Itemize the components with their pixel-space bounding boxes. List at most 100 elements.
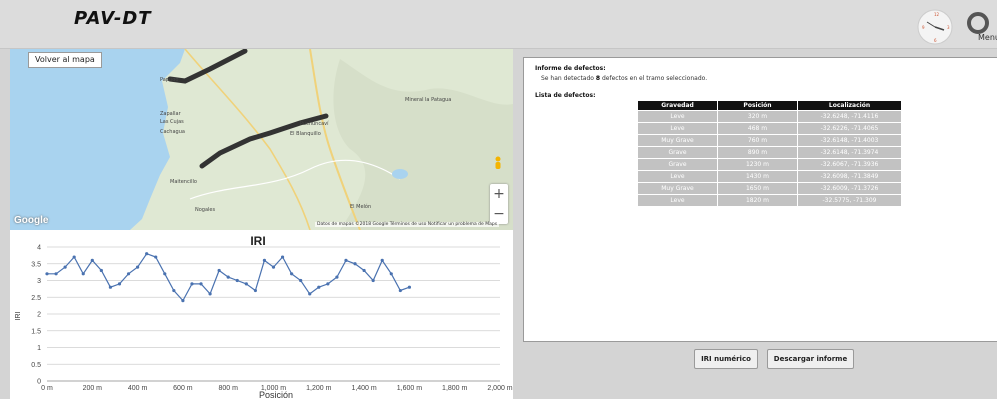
iri-data-point[interactable]	[235, 278, 239, 283]
place-label: Puchuncaví	[300, 121, 329, 127]
defect-report-panel: Informe de defectos: Se han detectado 8 …	[523, 57, 997, 342]
iri-numeric-button[interactable]: IRI numérico	[694, 349, 758, 369]
iri-data-point[interactable]	[326, 282, 330, 286]
iri-data-point[interactable]	[226, 275, 230, 279]
iri-data-point[interactable]	[380, 258, 384, 262]
menu-label[interactable]: Menú	[978, 33, 997, 42]
iri-data-point[interactable]	[81, 272, 85, 276]
iri-data-point[interactable]	[353, 262, 357, 266]
iri-data-point[interactable]	[290, 272, 294, 276]
table-row[interactable]: Leve 468 m -32.6226, -71.4065	[638, 123, 901, 134]
iri-data-point[interactable]	[344, 258, 348, 262]
chart-title: IRI	[250, 234, 265, 248]
table-row[interactable]: Muy Grave 760 m -32.6148, -71.4003	[638, 135, 901, 146]
cell-severity: Leve	[638, 111, 717, 122]
iri-data-point[interactable]	[117, 282, 122, 286]
map-canvas[interactable]	[10, 49, 513, 230]
place-label: Zapallar	[160, 111, 181, 117]
iri-data-point[interactable]	[398, 288, 402, 293]
column-header-location[interactable]: Localización	[798, 101, 901, 110]
report-summary-suffix: defectos en el tramo seleccionado.	[601, 75, 708, 82]
chart-y-label: IRI	[15, 311, 22, 320]
x-tick-label: 0 m	[41, 385, 53, 392]
map-view[interactable]: Papudo Zapallar Las Cujas Cachagua Maite…	[10, 49, 513, 230]
cell-position: 760 m	[718, 135, 797, 146]
iri-data-point[interactable]	[244, 282, 248, 286]
street-view-pegman-icon[interactable]	[493, 156, 503, 172]
iri-data-point[interactable]	[99, 268, 103, 273]
iri-data-point[interactable]	[217, 268, 221, 273]
report-summary: Se han detectado 8 defectos en el tramo …	[541, 75, 707, 82]
cell-severity: Leve	[638, 123, 717, 134]
table-row[interactable]: Grave 890 m -32.6148, -71.3974	[638, 147, 901, 158]
iri-data-point[interactable]	[371, 278, 375, 283]
iri-data-point[interactable]	[154, 255, 158, 259]
table-row[interactable]: Leve 1820 m -32.5775, -71.309	[638, 195, 901, 206]
cell-location: -32.5775, -71.309	[798, 195, 901, 206]
map-attribution[interactable]: Datos de mapas ©2018 Google Términos de …	[315, 222, 500, 227]
cell-location: -32.6148, -71.3974	[798, 147, 901, 158]
cell-location: -32.6226, -71.4065	[798, 123, 901, 134]
iri-data-point[interactable]	[163, 272, 167, 276]
iri-chart: 0 0.5 1 1.5 2 2.5 3 3.5 4 0 m 200 m 400 m 600 m 800 …	[10, 230, 513, 399]
defects-table: Gravedad Posición Localización Leve 320 m…	[637, 100, 902, 207]
iri-data-point[interactable]	[54, 272, 58, 276]
iri-data-point[interactable]	[208, 292, 212, 296]
zoom-out-button[interactable]: −	[490, 204, 508, 224]
iri-data-point[interactable]	[45, 272, 49, 276]
chart-x-label: Posición	[259, 390, 293, 399]
google-logo: Google	[14, 215, 49, 226]
iri-data-point[interactable]	[90, 258, 94, 262]
y-tick-label: 3.5	[31, 261, 41, 268]
cell-position: 1430 m	[718, 171, 797, 182]
place-label: El Melón	[350, 204, 372, 210]
report-summary-prefix: Se han detectado	[541, 75, 594, 82]
iri-data-point[interactable]	[280, 255, 285, 259]
place-label: Cachagua	[160, 129, 185, 135]
iri-data-point[interactable]	[262, 258, 267, 262]
y-tick-label: 2.5	[31, 295, 41, 302]
cell-severity: Leve	[638, 195, 717, 206]
iri-data-point[interactable]	[72, 255, 76, 259]
iri-data-point[interactable]	[362, 268, 366, 273]
iri-data-point[interactable]	[389, 272, 393, 276]
iri-data-point[interactable]	[145, 252, 149, 256]
clock-icon: 12 9 3 6	[917, 9, 953, 45]
iri-data-point[interactable]	[253, 288, 257, 293]
iri-data-point[interactable]	[108, 285, 113, 289]
zoom-in-button[interactable]: +	[490, 184, 508, 204]
cell-location: -32.6248, -71.4116	[798, 111, 901, 122]
table-row[interactable]: Grave 1230 m -32.6067, -71.3936	[638, 159, 901, 170]
column-header-severity[interactable]: Gravedad	[638, 101, 717, 110]
iri-data-point[interactable]	[190, 282, 194, 286]
iri-data-point[interactable]	[136, 265, 140, 269]
table-row[interactable]: Leve 320 m -32.6248, -71.4116	[638, 111, 901, 122]
iri-data-point[interactable]	[335, 275, 339, 279]
table-row[interactable]: Leve 1430 m -32.6098, -71.3849	[638, 171, 901, 182]
y-tick-label: 0.5	[31, 362, 41, 369]
iri-data-point[interactable]	[181, 299, 185, 303]
iri-data-point[interactable]	[63, 265, 67, 269]
table-row[interactable]: Muy Grave 1650 m -32.6009, -71.3726	[638, 183, 901, 194]
cell-severity: Grave	[638, 147, 717, 158]
iri-data-point[interactable]	[172, 288, 176, 293]
x-tick-label: 1,800 m	[442, 385, 467, 392]
cell-position: 1650 m	[718, 183, 797, 194]
x-tick-label: 1,200 m	[306, 385, 331, 392]
column-header-position[interactable]: Posición	[718, 101, 797, 110]
cell-position: 468 m	[718, 123, 797, 134]
menu-icon[interactable]	[962, 8, 997, 48]
zoom-control[interactable]: + −	[490, 184, 508, 224]
iri-data-point[interactable]	[271, 265, 276, 269]
iri-data-point[interactable]	[407, 285, 411, 289]
place-label: Nogales	[195, 207, 216, 213]
report-title: Informe de defectos:	[535, 65, 606, 72]
iri-data-point[interactable]	[308, 292, 312, 296]
iri-data-point[interactable]	[317, 285, 321, 289]
iri-data-point[interactable]	[126, 272, 131, 276]
download-report-button[interactable]: Descargar informe	[767, 349, 854, 369]
cell-location: -32.6067, -71.3936	[798, 159, 901, 170]
iri-data-point[interactable]	[199, 282, 203, 286]
iri-data-point[interactable]	[299, 278, 303, 283]
back-to-map-button[interactable]: Volver al mapa	[28, 52, 102, 68]
